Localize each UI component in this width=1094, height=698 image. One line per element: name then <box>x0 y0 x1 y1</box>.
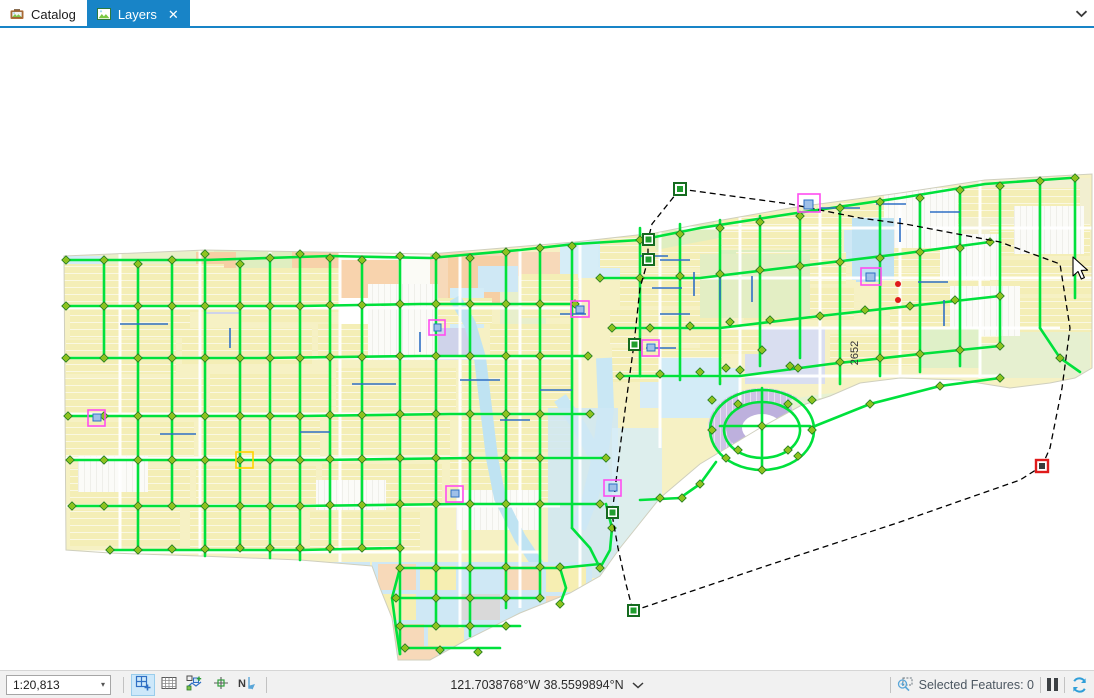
scale-dropdown-caret-icon[interactable]: ▾ <box>101 680 107 689</box>
select-features-icon <box>897 677 914 692</box>
map-graphics: 2652 <box>61 173 1093 661</box>
pause-bar-left <box>1047 678 1051 691</box>
north-rotate-button[interactable]: N <box>235 674 259 696</box>
pause-drawing-button[interactable] <box>1047 678 1058 691</box>
pause-bar-right <box>1054 678 1058 691</box>
status-divider-4 <box>1040 676 1041 693</box>
tab-overflow-chevron-icon[interactable] <box>1068 0 1094 26</box>
map-layers-icon <box>96 6 112 22</box>
status-divider <box>123 676 124 693</box>
coordinates-text: 121.7038768°W 38.5599894°N <box>450 677 624 692</box>
svg-text:N: N <box>238 678 246 690</box>
crosshair-button[interactable] <box>209 674 233 696</box>
selection-add-button[interactable] <box>183 674 207 696</box>
tab-layers[interactable]: Layers ✕ <box>86 0 190 28</box>
crosshair-icon <box>212 675 230 694</box>
catalog-icon <box>9 6 25 22</box>
grid-icon <box>161 676 177 693</box>
status-divider-3 <box>889 676 891 693</box>
tab-catalog[interactable]: Catalog <box>0 0 87 28</box>
tab-bar-spacer <box>190 0 1068 26</box>
tab-layers-label: Layers <box>117 6 157 22</box>
basemap-parcels <box>64 174 1092 660</box>
status-divider-2 <box>266 676 267 693</box>
map-scale-combobox[interactable]: 1:20,813 ▾ <box>6 674 111 695</box>
add-data-grid-button[interactable] <box>131 673 155 696</box>
status-bar: 1:20,813 ▾ N 121.7038768°W 38.5599894°N … <box>0 670 1094 698</box>
view-tab-bar: Catalog Layers ✕ <box>0 0 1094 28</box>
grid-button[interactable] <box>157 674 181 696</box>
selected-features-label: Selected Features: 0 <box>918 677 1034 692</box>
selection-plus-icon <box>186 675 204 694</box>
coordinates-dropdown-caret-icon[interactable] <box>632 678 644 692</box>
map-street-label: 2652 <box>849 341 861 365</box>
north-arrow-icon: N <box>237 675 257 694</box>
grid-plus-icon <box>135 675 152 694</box>
arcgis-pro-window: Catalog Layers ✕ 2652 1:20,813 ▾ N 121.7… <box>0 0 1094 698</box>
map-scale-value: 1:20,813 <box>13 677 60 692</box>
tab-layers-close-icon[interactable]: ✕ <box>168 8 179 21</box>
status-divider-5 <box>1064 676 1065 693</box>
map-canvas[interactable]: 2652 <box>0 28 1094 670</box>
tab-catalog-label: Catalog <box>31 6 76 22</box>
status-bar-right: Selected Features: 0 <box>884 676 1088 693</box>
refresh-button[interactable] <box>1071 676 1088 693</box>
